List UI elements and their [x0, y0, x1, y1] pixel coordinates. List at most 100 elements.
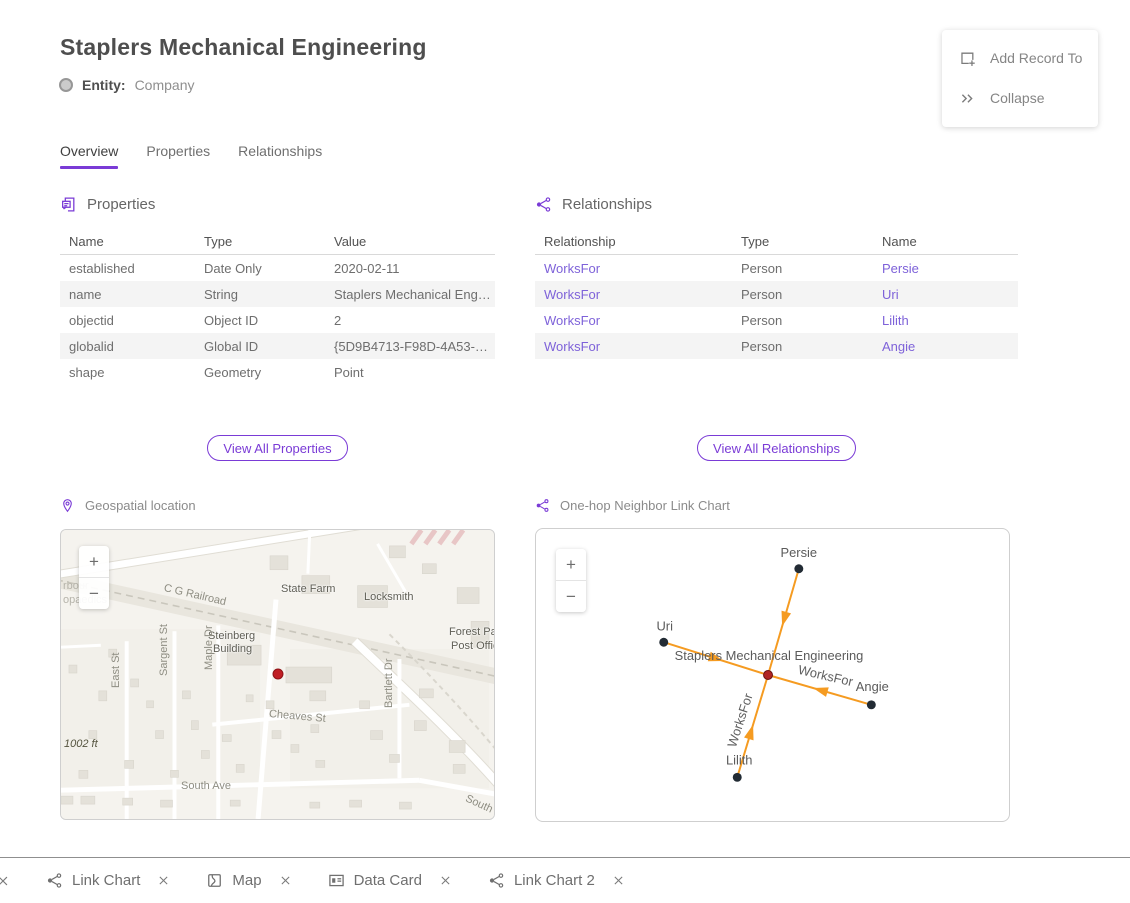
menu-item-add-record-to[interactable]: Add Record To [942, 38, 1098, 78]
relationship-cell-link[interactable]: WorksFor [535, 261, 732, 276]
graph-node-lilith[interactable] [733, 773, 742, 782]
workspace-tab-data-card[interactable]: Data Card [328, 872, 452, 889]
map-zoom-out-button[interactable]: − [79, 578, 109, 609]
link-chart-heading: One-hop Neighbor Link Chart [560, 498, 730, 513]
map-label: East St [110, 653, 122, 688]
link-chart-canvas: WorksForWorksForPersieUriAngieLilithStap… [536, 529, 1009, 821]
properties-table: NameTypeValueestablishedDate Only2020-02… [60, 229, 495, 385]
relationship-row: WorksForPersonPersie [535, 255, 1018, 281]
relationship-cell: Person [732, 261, 873, 276]
relationship-col-header: Type [732, 234, 873, 249]
edge-arrow-icon [813, 687, 829, 697]
view-all-properties-button[interactable]: View All Properties [207, 435, 347, 461]
close-icon[interactable] [279, 874, 292, 887]
graph-node-angie[interactable] [867, 700, 876, 709]
workspace-tab-label: Map [232, 872, 261, 889]
edge-label: WorksFor [724, 691, 756, 749]
property-row: globalidGlobal ID{5D9B4713-F98D-4A53-… [60, 333, 495, 359]
add-record-icon [959, 50, 976, 67]
map-label: Building [213, 643, 252, 655]
property-cell: Date Only [195, 261, 325, 276]
geospatial-map[interactable]: rbouropaedicsC G RailroadState FarmLocks… [60, 529, 495, 820]
entity-value: Company [135, 77, 195, 93]
tab-properties[interactable]: Properties [146, 143, 210, 169]
relationships-section: Relationships RelationshipTypeNameWorksF… [535, 196, 1018, 359]
map-label: South Ave [181, 780, 231, 792]
menu-item-collapse[interactable]: Collapse [942, 78, 1098, 118]
data-card-icon [328, 872, 345, 889]
relationship-cell-link[interactable]: Lilith [873, 313, 1016, 328]
chart-zoom-out-button[interactable]: − [556, 581, 586, 612]
partial-tab-close-icon[interactable] [0, 874, 10, 888]
map-label: Sargent St [158, 624, 170, 676]
map-label: State Farm [281, 583, 335, 595]
relationship-cell-link[interactable]: WorksFor [535, 287, 732, 302]
map-label: 1002 ft [64, 738, 98, 750]
property-cell: Object ID [195, 313, 325, 328]
relationship-cell: Person [732, 287, 873, 302]
workspace-tab-label: Link Chart 2 [514, 872, 595, 889]
map-pin-icon [60, 498, 75, 513]
graph-node-label: Angie [856, 679, 889, 694]
property-cell: shape [60, 365, 195, 380]
relationship-col-header: Relationship [535, 234, 732, 249]
relationship-cell-link[interactable]: WorksFor [535, 313, 732, 328]
graph-node-uri[interactable] [659, 638, 668, 647]
map-label: Post Offic [451, 640, 495, 652]
workspace-tab-map[interactable]: Map [206, 872, 291, 889]
map-label: Locksmith [364, 591, 414, 603]
property-cell: Point [325, 365, 493, 380]
map-zoom-in-button[interactable]: + [79, 546, 109, 577]
property-col-header: Name [60, 234, 195, 249]
relationship-cell-link[interactable]: Angie [873, 339, 1016, 354]
workspace-tab-link-chart[interactable]: Link Chart [46, 872, 170, 889]
relationship-row: WorksForPersonLilith [535, 307, 1018, 333]
property-cell: String [195, 287, 325, 302]
one-hop-link-chart[interactable]: WorksForWorksForPersieUriAngieLilithStap… [535, 528, 1010, 822]
map-label: South [463, 793, 494, 816]
property-cell: objectid [60, 313, 195, 328]
edge-arrow-icon [782, 611, 792, 627]
menu-item-label: Add Record To [990, 50, 1082, 66]
link-chart-icon [488, 872, 505, 889]
relationship-cell: Person [732, 339, 873, 354]
property-cell: {5D9B4713-F98D-4A53-… [325, 339, 493, 354]
property-row: shapeGeometryPoint [60, 359, 495, 385]
tab-overview[interactable]: Overview [60, 143, 118, 169]
tab-relationships[interactable]: Relationships [238, 143, 322, 169]
map-label: Steinberg [208, 630, 255, 642]
close-icon[interactable] [612, 874, 625, 887]
properties-icon [60, 196, 77, 213]
relationship-cell-link[interactable]: Uri [873, 287, 1016, 302]
relationship-cell-link[interactable]: WorksFor [535, 339, 732, 354]
relationship-row: WorksForPersonAngie [535, 333, 1018, 359]
record-actions-menu: Add Record To Collapse [942, 30, 1098, 127]
chart-zoom-control: + − [556, 549, 586, 612]
map-label: Maple Dr [203, 625, 215, 670]
graph-node-center[interactable] [764, 671, 773, 680]
close-icon[interactable] [439, 874, 452, 887]
record-tabs: Overview Properties Relationships [60, 143, 322, 169]
workspace-tab-link-chart-2[interactable]: Link Chart 2 [488, 872, 625, 889]
chart-zoom-in-button[interactable]: + [556, 549, 586, 580]
view-all-relationships-button[interactable]: View All Relationships [697, 435, 856, 461]
property-row: establishedDate Only2020-02-11 [60, 255, 495, 281]
property-row: objectidObject ID2 [60, 307, 495, 333]
graph-node-label: Lilith [726, 752, 753, 767]
relationship-header-row: RelationshipTypeName [535, 229, 1018, 255]
properties-section: Properties NameTypeValueestablishedDate … [60, 196, 495, 385]
properties-heading: Properties [87, 196, 155, 213]
graph-node-persie[interactable] [794, 564, 803, 573]
close-icon[interactable] [157, 874, 170, 887]
property-cell: 2020-02-11 [325, 261, 493, 276]
graph-center-label: Staplers Mechanical Engineering [675, 648, 864, 663]
collapse-icon [959, 90, 976, 107]
property-cell: name [60, 287, 195, 302]
map-zoom-control: + − [79, 546, 109, 609]
link-chart-icon [535, 498, 550, 513]
link-chart-icon [46, 872, 63, 889]
relationship-cell-link[interactable]: Persie [873, 261, 1016, 276]
map-label: C G Railroad [163, 582, 228, 608]
graph-node-label: Persie [781, 545, 818, 560]
page-title: Staplers Mechanical Engineering [60, 34, 427, 61]
